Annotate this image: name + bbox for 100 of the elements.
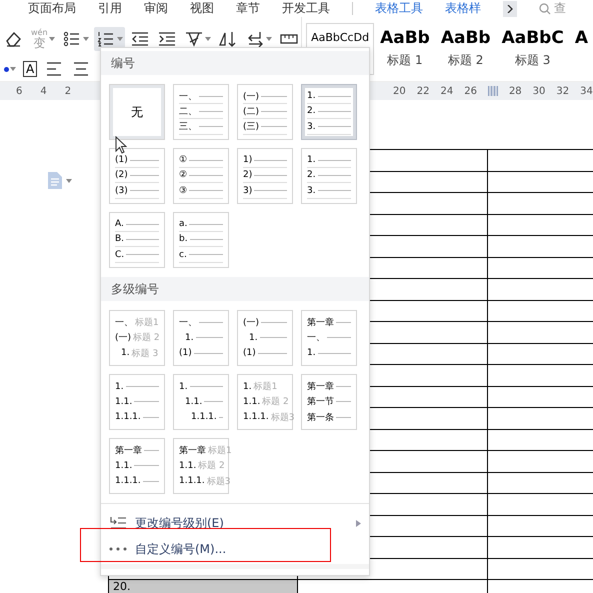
heading-caption: 标题 2 <box>198 460 225 472</box>
style-name: 标题 2 <box>448 52 484 69</box>
number-label: (2) <box>115 170 128 180</box>
number-label: 1) <box>243 155 252 166</box>
menu-tab[interactable]: 页面布局 <box>28 0 76 17</box>
toolbar-button[interactable]: A <box>21 57 40 81</box>
number-label: 第一章 <box>307 380 334 394</box>
multilevel-option[interactable]: 一、 标题1 (一) 标题 2 1. 标题 3 <box>109 310 165 366</box>
section-header: 编号 <box>101 51 369 75</box>
ruler-number: 28 <box>508 86 522 96</box>
number-label: 1. <box>115 382 124 392</box>
number-label: 1.1. <box>115 396 132 407</box>
number-label: (三) <box>243 121 260 134</box>
numbering-option[interactable]: ① ② ③ <box>173 148 229 204</box>
font-color-icon <box>4 66 9 72</box>
multilevel-option[interactable]: 1. 1.1. 1.1.1. <box>109 374 165 430</box>
numbering-option[interactable]: (一) (二) (三) <box>237 84 293 140</box>
bullet-list-icon <box>62 29 82 49</box>
menu-tab[interactable]: 章节 <box>236 0 260 17</box>
menu-item[interactable]: 自定义编号(M)... <box>101 536 369 562</box>
number-label: (二) <box>243 106 260 118</box>
ruler-marker-icon[interactable] <box>488 86 498 96</box>
ruler-number: 6 <box>16 86 22 96</box>
level-icon <box>109 516 127 530</box>
heading-caption: 标题1 <box>254 380 278 394</box>
multilevel-option[interactable]: (一) 1. (1) <box>237 310 293 366</box>
caret-icon <box>10 67 16 71</box>
style-sample: AaBbCcDd <box>311 30 370 46</box>
numbering-option[interactable]: 一、 二、 三、 <box>173 84 229 140</box>
multilevel-option[interactable]: 一、 1. (1) <box>173 310 229 366</box>
multilevel-option[interactable]: 1. 1.1. 1.1.1. <box>173 374 229 430</box>
more-icon <box>109 547 127 551</box>
number-label: 1.1.1. <box>190 412 217 422</box>
multilevel-option[interactable]: 第一章 标题1 1.1. 标题 2 1.1.1. 标题3 <box>173 438 229 494</box>
number-label: 1.1.1. <box>115 412 141 422</box>
ruler-number: 26 <box>464 86 477 96</box>
numbering-option[interactable]: 1. 2. 3. <box>301 148 357 204</box>
numbering-option[interactable]: (1) (2) (3) <box>109 148 165 204</box>
number-label: 3. <box>307 122 316 132</box>
numbering-option[interactable]: 1) 2) 3) <box>237 148 293 204</box>
char-border-text: A <box>23 61 38 77</box>
numbered-list-icon <box>96 29 116 49</box>
caret-icon <box>66 178 72 182</box>
style-sample: AaBb <box>440 27 491 50</box>
number-label: 1. <box>307 91 316 102</box>
number-label: 一、 <box>179 317 197 330</box>
number-label: 2. <box>307 170 316 180</box>
number-label: 1.1. <box>179 460 196 471</box>
phonetic-char: 变 <box>33 37 46 49</box>
number-label: (一) <box>115 332 132 344</box>
pinyin-text: wén <box>31 29 48 37</box>
submenu-arrow-icon <box>356 520 361 526</box>
ruler-number: 34 <box>580 86 593 96</box>
number-label: 一、 <box>179 90 197 103</box>
number-label: (1) <box>115 155 128 166</box>
style-sample: AaBb <box>380 27 430 50</box>
heading-caption: 标题3 <box>206 476 230 488</box>
numbering-option[interactable]: A. B. C. <box>109 212 165 268</box>
numbering-option[interactable]: 1. 2. 3. <box>301 84 357 140</box>
menu-tab[interactable]: 表格工具 <box>375 0 423 17</box>
caret-icon <box>266 37 272 41</box>
menu-tab[interactable]: 引用 <box>98 0 122 17</box>
heading-caption: 标题 2 <box>262 396 289 408</box>
menu-tab[interactable]: 审阅 <box>144 0 168 17</box>
caret-icon <box>116 37 123 41</box>
number-label: (3) <box>115 186 128 196</box>
style-sample: AaBbC <box>502 27 564 50</box>
number-label: (一) <box>243 90 260 103</box>
number-label: 2) <box>243 170 252 180</box>
multilevel-option[interactable]: 第一章 1.1. 1.1.1. <box>109 438 165 494</box>
number-label: 一、 <box>115 317 133 330</box>
menu-tab[interactable]: 视图 <box>190 0 214 17</box>
number-label: 1.1.1. <box>243 412 269 422</box>
numbering-option[interactable]: 无 <box>109 84 165 140</box>
number-label: 1.1. <box>243 396 260 407</box>
number-label: 1.1.1. <box>115 476 141 486</box>
multilevel-option[interactable]: 1. 标题1 1.1. 标题 2 1.1.1. 标题3 <box>237 374 293 430</box>
multilevel-option[interactable]: 第一章 一、 1. <box>301 310 357 366</box>
number-label: 1.1. <box>115 460 132 471</box>
number-label: 第一节 <box>307 396 334 408</box>
number-label: A. <box>115 219 124 230</box>
number-label: 1. <box>184 332 194 343</box>
chevron-right-icon <box>507 4 513 12</box>
menu-tab[interactable]: 开发工具 <box>282 0 330 17</box>
section-header: 多级编号 <box>101 277 369 301</box>
caret-icon <box>82 37 89 41</box>
number-label: 1. <box>243 382 252 392</box>
ruler-number: 32 <box>556 86 570 96</box>
scroll-right-button[interactable] <box>503 0 517 16</box>
number-label: 2. <box>307 106 316 116</box>
ruler-number: 4 <box>40 86 47 96</box>
caret-icon <box>48 37 55 41</box>
number-label: 1. <box>307 348 316 358</box>
ruler-number: 24 <box>440 86 454 96</box>
number-label: 第一章 <box>115 444 142 458</box>
number-label: 第一章 <box>307 316 334 330</box>
table-cell: 20. <box>108 580 297 593</box>
multilevel-option[interactable]: 第一章 第一节 第一条 <box>301 374 357 430</box>
menu-tab[interactable]: 表格样 <box>445 0 481 17</box>
numbering-option[interactable]: a. b. c. <box>173 212 229 268</box>
